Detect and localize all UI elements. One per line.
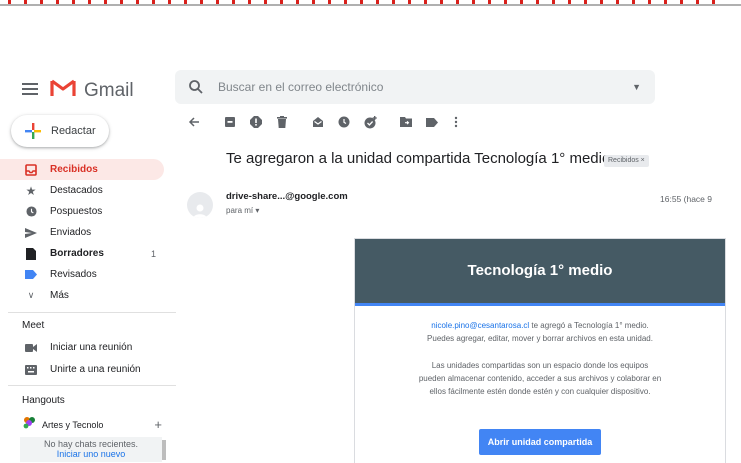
draft-icon	[24, 247, 38, 261]
meet-join-meeting[interactable]: Unirte a una reunión	[0, 359, 170, 380]
description-line: pueden almacenar contenido, acceder a su…	[418, 374, 662, 383]
add-chat-icon[interactable]: +	[154, 417, 162, 432]
sender-avatar	[187, 192, 213, 218]
email-card: Tecnología 1° medio nicole.pino@cesantar…	[354, 238, 726, 463]
added-text: te agregó a Tecnología 1° medio.	[529, 321, 649, 330]
hangouts-user[interactable]: Artes y Tecnolo +	[22, 415, 162, 434]
move-to-icon[interactable]	[398, 114, 414, 130]
archive-icon[interactable]	[222, 114, 238, 130]
email-card-title: Tecnología 1° medio	[467, 262, 613, 279]
main-menu-icon[interactable]	[22, 83, 38, 95]
meet-title: Meet	[22, 320, 45, 331]
sidebar-scrollbar[interactable]	[162, 440, 166, 460]
sidebar-item-label: Enviados	[50, 227, 92, 238]
sidebar-divider	[8, 385, 176, 386]
search-bar[interactable]: ▼	[175, 70, 655, 104]
chevron-down-icon: ∨	[27, 290, 35, 300]
header-accent-bar	[355, 303, 725, 306]
sidebar-item-label: Pospuestos	[50, 206, 103, 217]
no-chats-panel: No hay chats recientes. Iniciar uno nuev…	[20, 437, 162, 462]
search-input[interactable]	[216, 79, 600, 95]
sidebar-item-inbox[interactable]: Recibidos	[0, 159, 164, 180]
sender-address[interactable]: drive-share...@google.com	[226, 191, 348, 202]
send-icon	[24, 226, 38, 240]
message-subject: Te agregaron a la unidad compartida Tecn…	[226, 150, 611, 167]
start-new-chat-link[interactable]: Iniciar uno nuevo	[20, 449, 162, 459]
search-options-icon[interactable]: ▼	[632, 82, 641, 92]
add-task-icon[interactable]	[362, 114, 378, 130]
hangouts-avatar-icon	[22, 415, 38, 434]
inbox-icon	[24, 163, 38, 177]
description-line: Las unidades compartidas son un espacio …	[431, 361, 649, 370]
sidebar-item-label: Más	[50, 290, 69, 301]
mark-unread-icon[interactable]	[310, 114, 326, 130]
labels-icon[interactable]	[424, 114, 440, 130]
meet-start-meeting[interactable]: Iniciar una reunión	[0, 337, 170, 358]
recipient-details-toggle[interactable]: para mí ▾	[226, 206, 259, 215]
email-card-header: Tecnología 1° medio	[355, 239, 725, 306]
sidebar-item-more[interactable]: ∨ Más	[0, 285, 170, 306]
sidebar-item-sent[interactable]: Enviados	[0, 222, 170, 243]
star-icon: ★	[25, 183, 37, 198]
description-line: ellos fácilmente estén donde estén y con…	[429, 387, 651, 396]
compose-button[interactable]: Redactar	[11, 115, 109, 147]
plus-icon	[25, 123, 41, 139]
hangouts-title: Hangouts	[22, 395, 65, 406]
sidebar-item-label: Recibidos	[50, 164, 98, 175]
inbox-label-chip[interactable]: Recibidos ×	[604, 155, 649, 167]
sidebar-item-drafts[interactable]: Borradores 1	[0, 243, 170, 264]
adder-email-link[interactable]: nicole.pino@cesantarosa.cl	[431, 321, 529, 330]
divider-line	[0, 4, 741, 6]
sidebar-item-label: Revisados	[50, 269, 97, 280]
app-brand[interactable]: Gmail	[84, 80, 134, 102]
top-banner-decoration	[0, 0, 741, 6]
back-arrow-icon[interactable]	[186, 114, 202, 130]
sidebar-item-starred[interactable]: ★ Destacados	[0, 180, 170, 201]
open-shared-drive-button[interactable]: Abrir unidad compartida	[479, 429, 601, 455]
snooze-icon[interactable]	[336, 114, 352, 130]
email-card-body: nicole.pino@cesantarosa.cl te agregó a T…	[355, 319, 725, 406]
report-spam-icon[interactable]	[248, 114, 264, 130]
sidebar-item-snoozed[interactable]: Pospuestos	[0, 201, 170, 222]
label-icon	[24, 268, 38, 282]
keyboard-icon	[24, 363, 38, 377]
gmail-logo-icon[interactable]	[50, 78, 76, 98]
compose-label: Redactar	[51, 125, 96, 137]
sidebar-divider	[8, 312, 176, 313]
search-icon[interactable]	[188, 79, 204, 95]
drafts-count: 1	[150, 248, 156, 259]
sidebar-item-label: Borradores	[50, 248, 104, 259]
delete-icon[interactable]	[274, 114, 290, 130]
meet-item-label: Iniciar una reunión	[50, 342, 133, 353]
more-icon[interactable]	[448, 114, 464, 130]
message-time: 16:55 (hace 9	[660, 194, 712, 204]
sidebar-item-label: Destacados	[50, 185, 103, 196]
permissions-text: Puedes agregar, editar, mover y borrar a…	[427, 334, 653, 343]
video-icon	[24, 341, 38, 355]
clock-icon	[24, 205, 38, 219]
no-chats-text: No hay chats recientes.	[43, 439, 139, 449]
sidebar-item-reviewed[interactable]: Revisados	[0, 264, 170, 285]
meet-item-label: Unirte a una reunión	[50, 364, 141, 375]
hangouts-user-name: Artes y Tecnolo	[42, 419, 104, 430]
